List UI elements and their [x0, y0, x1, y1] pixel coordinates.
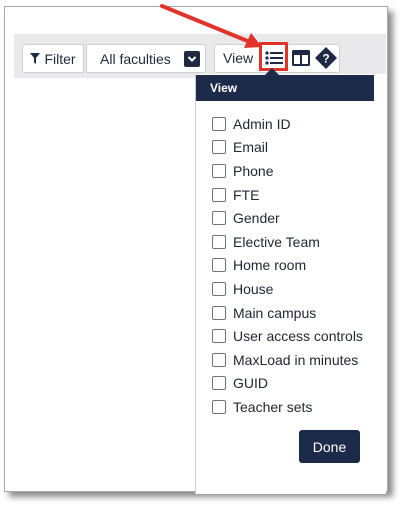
- view-option-maxload[interactable]: MaxLoad in minutes: [212, 348, 363, 372]
- checkbox[interactable]: [212, 116, 226, 131]
- view-menu-title: View: [196, 75, 374, 101]
- checkbox[interactable]: [212, 187, 226, 202]
- option-label: Elective Team: [233, 233, 320, 250]
- option-label: Email: [233, 139, 269, 156]
- option-label: FTE: [233, 186, 260, 203]
- help-diamond-icon: ?: [315, 47, 337, 69]
- view-label: View: [223, 50, 254, 66]
- done-button[interactable]: Done: [299, 430, 360, 463]
- option-label: GUID: [233, 375, 268, 392]
- option-label: User access controls: [233, 328, 363, 345]
- view-option-email[interactable]: Email: [212, 136, 363, 160]
- layout-button[interactable]: [289, 46, 313, 70]
- view-option-home-room[interactable]: Home room: [212, 254, 363, 278]
- checkbox[interactable]: [212, 163, 226, 178]
- checkbox[interactable]: [212, 352, 226, 367]
- view-option-list: Admin ID Email Phone FTE Gender Elective…: [212, 112, 363, 419]
- option-label: Gender: [233, 210, 280, 227]
- view-option-user-access-controls[interactable]: User access controls: [212, 324, 363, 348]
- checkbox[interactable]: [212, 234, 226, 249]
- option-label: MaxLoad in minutes: [233, 351, 359, 368]
- checkbox[interactable]: [212, 258, 226, 273]
- faculty-select-value: All faculties: [100, 50, 171, 67]
- checkbox[interactable]: [212, 376, 226, 391]
- checkbox[interactable]: [212, 305, 226, 320]
- view-option-guid[interactable]: GUID: [212, 372, 363, 396]
- view-option-fte[interactable]: FTE: [212, 183, 363, 207]
- checkbox[interactable]: [212, 211, 226, 226]
- annotation-highlight-box: [259, 42, 288, 71]
- filter-button[interactable]: Filter: [22, 44, 84, 73]
- svg-text:?: ?: [322, 52, 329, 66]
- option-label: House: [233, 280, 274, 297]
- view-menu-caret: [265, 68, 279, 75]
- option-label: Phone: [233, 162, 274, 179]
- funnel-icon: [30, 53, 41, 64]
- option-label: Admin ID: [233, 115, 291, 132]
- view-option-phone[interactable]: Phone: [212, 159, 363, 183]
- view-option-teacher-sets[interactable]: Teacher sets: [212, 395, 363, 419]
- table-layout-icon: [292, 50, 310, 66]
- chevron-down-icon: [184, 51, 200, 67]
- checkbox[interactable]: [212, 281, 226, 296]
- option-label: Main campus: [233, 304, 317, 321]
- checkbox[interactable]: [212, 140, 226, 155]
- view-option-main-campus[interactable]: Main campus: [212, 301, 363, 325]
- view-option-elective-team[interactable]: Elective Team: [212, 230, 363, 254]
- filter-label: Filter: [44, 50, 76, 67]
- view-option-admin-id[interactable]: Admin ID: [212, 112, 363, 136]
- help-button[interactable]: ?: [314, 46, 338, 70]
- checkbox[interactable]: [212, 399, 226, 414]
- view-option-gender[interactable]: Gender: [212, 206, 363, 230]
- option-label: Home room: [233, 257, 307, 274]
- faculty-select[interactable]: All faculties: [86, 44, 206, 73]
- checkbox[interactable]: [212, 329, 226, 344]
- option-label: Teacher sets: [233, 398, 313, 415]
- view-option-house[interactable]: House: [212, 277, 363, 301]
